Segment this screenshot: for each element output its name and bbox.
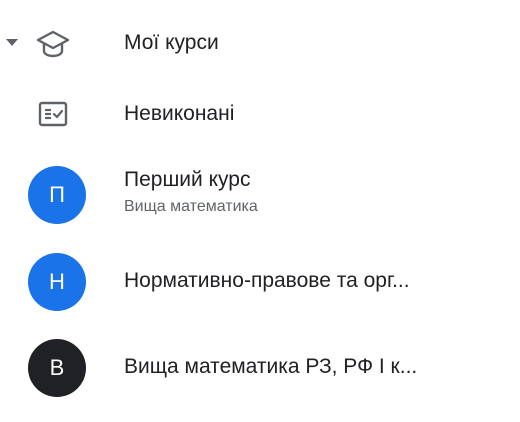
assignment-checklist-icon <box>32 93 74 135</box>
course-item[interactable]: В Вища математика РЗ, РФ І к... <box>0 334 520 402</box>
my-courses-item[interactable]: Мої курси <box>0 18 520 70</box>
course-avatar: П <box>28 166 86 224</box>
course-item[interactable]: Н Нормативно-правове та орг... <box>0 248 520 316</box>
todo-item[interactable]: Невиконані <box>0 88 520 140</box>
course-avatar: Н <box>28 253 86 311</box>
classroom-navigation: Мої курси Невиконані П Перший курс Вища … <box>0 0 520 422</box>
school-icon <box>32 23 74 65</box>
course-title: Перший курс <box>124 168 251 191</box>
course-item[interactable]: П Перший курс Вища математика <box>0 160 520 230</box>
course-subtitle: Вища математика <box>124 198 258 215</box>
course-avatar: В <box>28 339 86 397</box>
caret-down-icon[interactable] <box>6 39 18 46</box>
todo-label: Невиконані <box>124 102 235 125</box>
course-title: Нормативно-правове та орг... <box>124 269 410 292</box>
course-title: Вища математика РЗ, РФ І к... <box>124 355 418 378</box>
my-courses-label: Мої курси <box>124 31 219 54</box>
